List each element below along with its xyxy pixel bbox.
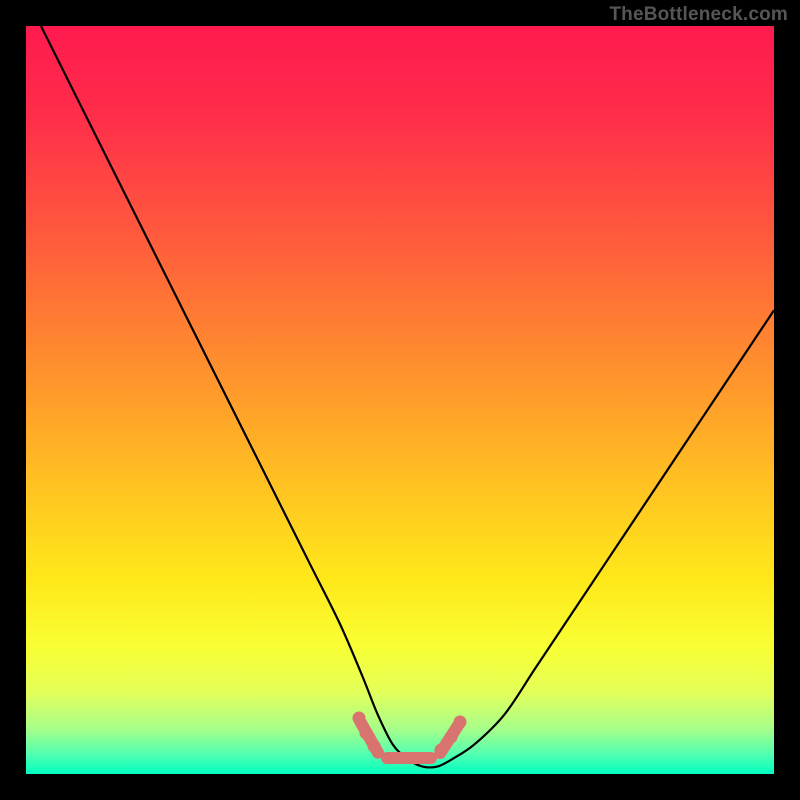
marker-slope [351,711,386,760]
chart-frame: TheBottleneck.com [0,0,800,800]
watermark-text: TheBottleneck.com [609,4,788,26]
marker-flat-segment [381,752,437,764]
marker-slope [432,716,467,761]
plot-area [26,26,774,774]
optimal-range-markers [26,26,774,774]
